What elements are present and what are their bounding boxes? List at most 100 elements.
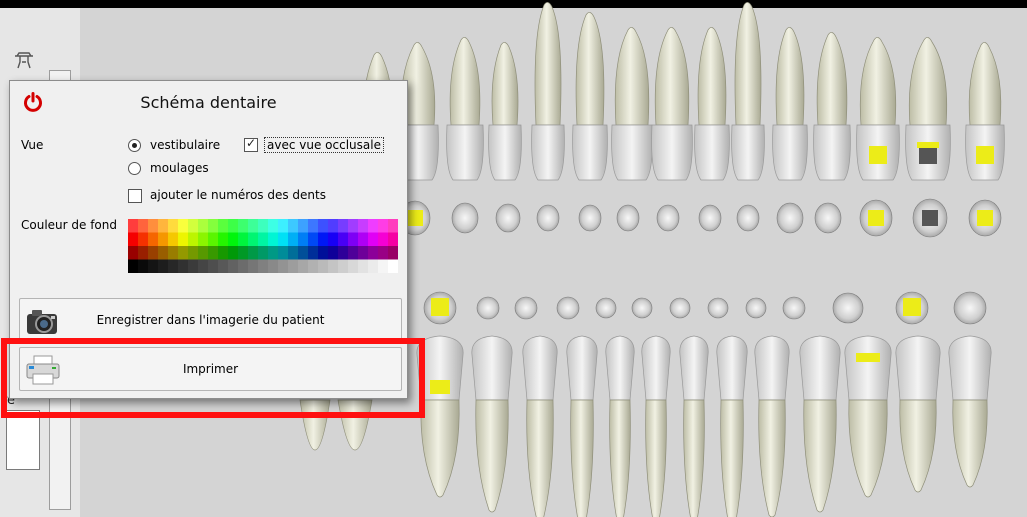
color-swatch[interactable] <box>138 259 149 274</box>
color-swatch[interactable] <box>388 232 398 247</box>
color-swatch[interactable] <box>218 246 229 260</box>
checkbox-numeros-dents-label[interactable]: ajouter le numéros des dents <box>150 188 326 202</box>
radio-vestibulaire[interactable] <box>128 139 141 152</box>
color-swatch[interactable] <box>368 219 379 233</box>
color-swatch[interactable] <box>138 232 149 247</box>
upper-crown[interactable] <box>772 124 808 181</box>
color-swatch[interactable] <box>208 259 219 274</box>
color-swatch[interactable] <box>178 219 189 233</box>
color-swatch[interactable] <box>328 219 339 233</box>
upper-root[interactable] <box>654 27 690 126</box>
radio-vestibulaire-label[interactable]: vestibulaire <box>150 138 220 152</box>
color-swatch[interactable] <box>228 246 239 260</box>
lower-crown[interactable] <box>799 335 841 401</box>
color-swatch[interactable] <box>168 246 179 260</box>
color-swatch[interactable] <box>298 246 309 260</box>
upper-filling[interactable] <box>919 146 937 164</box>
color-swatch[interactable] <box>148 232 159 247</box>
color-swatch[interactable] <box>298 259 309 274</box>
color-swatch[interactable] <box>238 246 249 260</box>
color-swatch[interactable] <box>138 219 149 233</box>
lower-root[interactable] <box>803 399 837 513</box>
color-swatch[interactable] <box>358 259 369 274</box>
lower-root[interactable] <box>609 399 631 517</box>
color-swatch[interactable] <box>248 259 259 274</box>
color-swatch[interactable] <box>348 246 359 260</box>
color-swatch[interactable] <box>298 232 309 247</box>
upper-root[interactable] <box>534 2 562 126</box>
color-swatch[interactable] <box>278 219 289 233</box>
color-swatch[interactable] <box>228 259 239 274</box>
upper-root[interactable] <box>575 12 605 126</box>
color-swatch[interactable] <box>278 259 289 274</box>
color-swatch[interactable] <box>368 232 379 247</box>
color-swatch[interactable] <box>218 232 229 247</box>
color-swatch[interactable] <box>318 232 329 247</box>
lower-root[interactable] <box>475 399 509 513</box>
color-swatch[interactable] <box>168 232 179 247</box>
color-swatch[interactable] <box>388 246 398 260</box>
color-swatch[interactable] <box>258 259 269 274</box>
upper-crown[interactable] <box>611 124 653 181</box>
upper-root[interactable] <box>908 37 948 126</box>
color-swatch[interactable] <box>318 259 329 274</box>
upper-crown[interactable] <box>488 124 522 181</box>
color-swatch[interactable] <box>198 232 209 247</box>
upper-root[interactable] <box>775 27 805 126</box>
color-swatch[interactable] <box>148 246 159 260</box>
color-swatch[interactable] <box>338 259 349 274</box>
color-swatch[interactable] <box>348 232 359 247</box>
color-swatch[interactable] <box>358 232 369 247</box>
color-swatch[interactable] <box>198 259 209 274</box>
color-swatch[interactable] <box>338 232 349 247</box>
lower-crown[interactable] <box>522 335 558 401</box>
color-swatch[interactable] <box>348 219 359 233</box>
color-swatch[interactable] <box>258 219 269 233</box>
lower-root[interactable] <box>526 399 554 517</box>
upper-crown[interactable] <box>651 124 693 181</box>
upper-crown[interactable] <box>694 124 730 181</box>
color-swatch[interactable] <box>208 232 219 247</box>
radio-moulages[interactable] <box>128 162 141 175</box>
upper-occlusal[interactable] <box>578 204 602 232</box>
color-swatch[interactable] <box>218 219 229 233</box>
lower-occlusal[interactable] <box>745 297 767 319</box>
color-swatch[interactable] <box>378 259 389 274</box>
lower-occlusal[interactable] <box>953 291 987 325</box>
color-swatch[interactable] <box>278 232 289 247</box>
upper-filling[interactable] <box>869 146 887 164</box>
color-swatch[interactable] <box>318 246 329 260</box>
color-swatch[interactable] <box>308 259 319 274</box>
lower-occlusal[interactable] <box>514 296 538 320</box>
color-swatch[interactable] <box>198 219 209 233</box>
color-swatch[interactable] <box>228 232 239 247</box>
color-swatch[interactable] <box>198 246 209 260</box>
color-swatch[interactable] <box>308 232 319 247</box>
color-swatch[interactable] <box>158 232 169 247</box>
lower-crown[interactable] <box>716 335 748 401</box>
color-swatch[interactable] <box>168 259 179 274</box>
color-swatch[interactable] <box>278 246 289 260</box>
occlusal-filling[interactable] <box>903 298 921 316</box>
color-swatch[interactable] <box>288 246 299 260</box>
lower-occlusal[interactable] <box>556 296 580 320</box>
lower-crown[interactable] <box>641 335 671 401</box>
upper-root[interactable] <box>449 37 481 126</box>
upper-root[interactable] <box>816 32 848 126</box>
color-swatch[interactable] <box>338 219 349 233</box>
lower-crown[interactable] <box>679 335 709 401</box>
upper-crown[interactable] <box>446 124 484 181</box>
upper-occlusal[interactable] <box>698 204 722 232</box>
color-swatch[interactable] <box>128 232 139 247</box>
checkbox-vue-occlusale[interactable]: ✓ <box>244 136 258 152</box>
occlusal-filling[interactable] <box>407 210 423 226</box>
lower-filling[interactable] <box>856 353 880 362</box>
upper-filling[interactable] <box>976 146 994 164</box>
lower-root[interactable] <box>848 399 888 498</box>
color-swatch[interactable] <box>248 232 259 247</box>
color-swatch[interactable] <box>128 219 139 233</box>
color-swatch[interactable] <box>218 259 229 274</box>
color-swatch[interactable] <box>358 246 369 260</box>
lower-occlusal[interactable] <box>631 297 653 319</box>
lower-root[interactable] <box>899 399 937 493</box>
